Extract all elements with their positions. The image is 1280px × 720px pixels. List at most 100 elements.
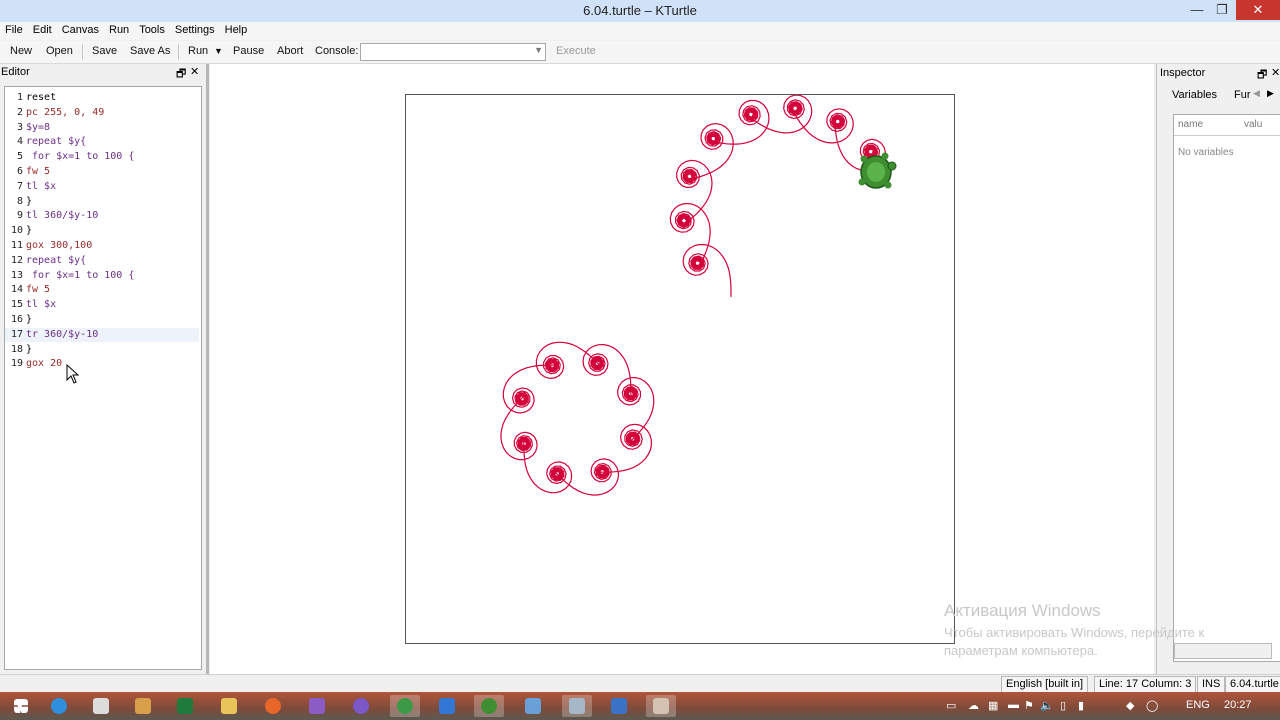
tray-icon[interactable]: ▬ [1008,699,1019,711]
excel-icon[interactable] [170,695,200,717]
code-line[interactable]: 4 repeat $y{ [5,135,199,149]
app-icon[interactable] [518,695,548,717]
app-icon[interactable] [432,695,462,717]
menu-settings[interactable]: Settings [170,22,220,38]
code-line[interactable]: 8} [5,195,199,209]
watermark-title: Активация Windows [944,601,1101,620]
maximize-button[interactable]: ❐ [1208,0,1236,20]
code-line[interactable]: 7 tl $x [5,180,199,194]
cloud-icon[interactable]: ☁ [968,699,979,712]
save-as-button[interactable]: Save As [130,45,170,57]
speaker-icon[interactable]: 🔈 [1040,699,1054,712]
run-button[interactable]: Run [188,45,208,57]
code-line[interactable]: 19 gox 20 [5,357,199,371]
tray-icon[interactable]: ▦ [988,699,998,712]
execute-button[interactable]: Execute [556,45,596,57]
firefox-icon[interactable] [258,695,288,717]
line-number: 9 [16,210,23,222]
pause-button[interactable]: Pause [233,45,264,57]
ie-icon[interactable] [44,695,74,717]
tab-functions[interactable]: Fur [1234,89,1251,101]
column-header-value[interactable]: valu [1244,119,1262,130]
code-line[interactable]: 15 tl $x [5,298,199,312]
code-text: $y=8 [26,121,51,133]
toolbar-separator [178,44,179,60]
code-line[interactable]: 2 pc 255, 0, 49 [5,106,199,120]
run-dropdown-icon[interactable]: ▼ [214,46,223,56]
code-line[interactable]: 6 fw 5 [5,165,199,179]
app-icon[interactable] [128,695,158,717]
flag-icon[interactable]: ⚑ [1024,699,1034,712]
code-text: pc 255, 0, 49 [26,106,105,118]
tray-icon[interactable]: ▭ [946,699,956,712]
app-icon[interactable] [86,695,116,717]
tab-scroll-left-icon[interactable]: ◀ [1253,88,1260,99]
code-line[interactable]: 11 gox 300,100 [5,239,199,253]
menu-file[interactable]: File [0,22,28,38]
line-number: 19 [10,358,23,370]
code-line[interactable]: 5 for $x=1 to 100 { [5,150,199,164]
panel-splitter[interactable] [206,64,209,674]
explorer-icon[interactable] [214,695,244,717]
app-icon[interactable] [604,695,634,717]
language-indicator[interactable]: ENG [1186,699,1210,711]
viber-icon[interactable] [346,695,376,717]
code-editor[interactable]: 1 reset 2 pc 255, 0, 49 3 $y=8 4 repeat $y{5 fo… [4,86,202,670]
new-button[interactable]: New [10,45,32,57]
code-line[interactable]: 18} [5,343,199,357]
app-icon[interactable] [562,695,592,717]
line-number: 4 [16,136,23,148]
line-number: 16 [10,314,23,325]
inspector-panel: Inspector 🗗 ✕ Variables Fur ◀ ▶ name val… [1156,64,1280,674]
column-header-name[interactable]: name [1178,119,1203,130]
network-icon[interactable]: ▮ [1078,699,1084,712]
code-text: reset [26,92,57,103]
close-panel-icon[interactable]: ✕ [190,65,199,78]
start-button[interactable] [6,695,36,717]
code-line[interactable]: 16} [5,313,199,327]
code-line[interactable]: 1 reset [5,91,199,105]
status-file: 6.04.turtle [1225,676,1280,693]
code-text: repeat $y{ [26,136,87,148]
canvas-panel [210,64,1154,674]
menu-canvas[interactable]: Canvas [57,22,104,38]
close-button[interactable]: ✕ [1236,0,1280,20]
menu-tools[interactable]: Tools [134,22,170,38]
tab-scroll-right-icon[interactable]: ▶ [1267,88,1274,99]
chrome-icon[interactable] [390,695,420,717]
menu-edit[interactable]: Edit [28,22,57,38]
close-panel-icon[interactable]: ✕ [1271,66,1280,79]
console-dropdown-icon[interactable]: ▼ [534,45,543,55]
nvidia-icon[interactable]: ◆ [1126,699,1134,712]
app-icon[interactable] [646,695,676,717]
code-line[interactable]: 13 for $x=1 to 100 { [5,269,199,283]
menu-run[interactable]: Run [104,22,134,38]
line-number: 2 [16,106,23,118]
code-text: gox 20 [26,358,63,370]
float-panel-icon[interactable]: 🗗 [1257,66,1267,85]
tab-variables[interactable]: Variables [1172,89,1217,101]
code-line[interactable]: 14 fw 5 [5,283,199,297]
header-divider [1174,135,1280,136]
console-input[interactable]: ▼ [360,43,546,61]
minimize-button[interactable]: — [1183,0,1211,20]
status-mode: INS [1197,676,1226,693]
line-number: 15 [10,299,23,311]
float-panel-icon[interactable]: 🗗 [176,65,186,84]
code-line[interactable]: 9 tl 360/$y-10 [5,209,199,223]
tray-icon[interactable]: ◯ [1146,699,1158,712]
save-button[interactable]: Save [92,45,117,57]
app-icon[interactable] [302,695,332,717]
code-line[interactable]: 10} [5,224,199,238]
battery-icon[interactable]: ▯ [1060,699,1066,712]
clock[interactable]: 20:27 [1224,699,1252,711]
code-line[interactable]: 3 $y=8 [5,121,199,135]
code-line[interactable]: 12 repeat $y{ [5,254,199,268]
code-line[interactable]: 17 tr 360/$y-10 [5,327,199,342]
empty-message: No variables [1178,147,1234,158]
kturtle-icon[interactable] [474,695,504,717]
open-button[interactable]: Open [46,45,73,57]
menu-help[interactable]: Help [220,22,253,38]
abort-button[interactable]: Abort [277,45,303,57]
turtle-icon [858,152,897,189]
